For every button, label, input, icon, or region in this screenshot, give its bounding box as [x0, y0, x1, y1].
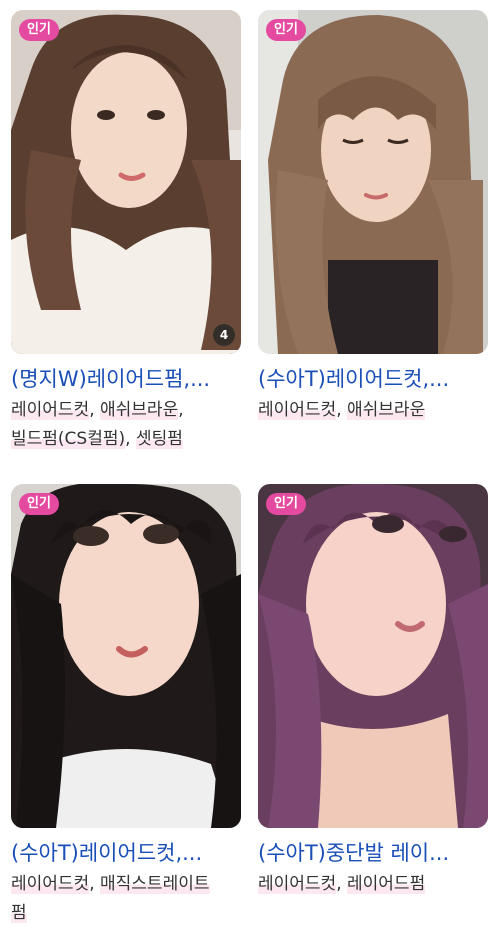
tag-layered-cut[interactable]: 레이어드컷	[258, 874, 337, 894]
card-title[interactable]: (수아T)중단발 레이...	[258, 838, 488, 868]
portrait-image	[258, 484, 488, 828]
tag-ash-brown[interactable]: 애쉬브라운	[347, 400, 426, 420]
style-card[interactable]: 인기 (수아T)중단발 레이... 레이어드컷, 레이어드펌	[258, 484, 488, 899]
tag-separator: ,	[336, 400, 348, 420]
tag-separator: ,	[336, 874, 348, 894]
popular-badge: 인기	[266, 493, 306, 515]
tag-layered-cut[interactable]: 레이어드컷	[11, 874, 90, 894]
style-card[interactable]: 인기 (수아T)레이어드컷,... 레이어드컷, 애쉬브라운	[258, 10, 488, 425]
style-card[interactable]: 인기 (수아T)레이어드컷,... 레이어드컷, 매직스트레이트펌	[11, 484, 241, 928]
card-title[interactable]: (명지W)레이어드펌,...	[11, 364, 241, 394]
tag-build-perm[interactable]: 빌드펌(CS컬펌)	[11, 429, 126, 449]
style-photo[interactable]: 인기	[258, 484, 488, 828]
card-tags: 레이어드컷, 애쉬브라운, 빌드펌(CS컬펌), 셋팅펌	[11, 396, 241, 454]
card-tags: 레이어드컷, 매직스트레이트펌	[11, 870, 241, 928]
card-tags: 레이어드컷, 애쉬브라운	[258, 396, 488, 425]
style-photo[interactable]: 인기	[11, 484, 241, 828]
popular-badge: 인기	[266, 19, 306, 41]
portrait-image	[11, 484, 241, 828]
portrait-image	[11, 10, 241, 354]
popular-badge: 인기	[19, 493, 59, 515]
hairstyle-grid: 인기 4 (명지W)레이어드펌,... 레이어드컷, 애쉬브라운, 빌드펌(CS컬…	[0, 0, 497, 927]
style-card[interactable]: 인기 4 (명지W)레이어드펌,... 레이어드컷, 애쉬브라운, 빌드펌(CS컬…	[11, 10, 241, 454]
card-title[interactable]: (수아T)레이어드컷,...	[258, 364, 488, 394]
tag-setting-perm[interactable]: 셋팅펌	[135, 429, 183, 449]
tag-layered-cut[interactable]: 레이어드컷	[258, 400, 337, 420]
style-photo[interactable]: 인기	[258, 10, 488, 354]
popular-badge: 인기	[19, 19, 59, 41]
tag-separator: ,	[178, 400, 184, 420]
tag-separator: ,	[89, 874, 101, 894]
card-tags: 레이어드컷, 레이어드펌	[258, 870, 488, 899]
image-count-badge: 4	[213, 324, 235, 346]
style-photo[interactable]: 인기 4	[11, 10, 241, 354]
tag-separator: ,	[125, 429, 136, 449]
tag-ash-brown[interactable]: 애쉬브라운	[100, 400, 179, 420]
tag-magic-straight[interactable]: 매직스트레이트	[100, 874, 210, 894]
tag-perm[interactable]: 펌	[11, 903, 27, 923]
tag-layered-cut[interactable]: 레이어드컷	[11, 400, 90, 420]
tag-layered-perm[interactable]: 레이어드펌	[347, 874, 426, 894]
portrait-image	[258, 10, 488, 354]
card-title[interactable]: (수아T)레이어드컷,...	[11, 838, 241, 868]
tag-separator: ,	[89, 400, 101, 420]
